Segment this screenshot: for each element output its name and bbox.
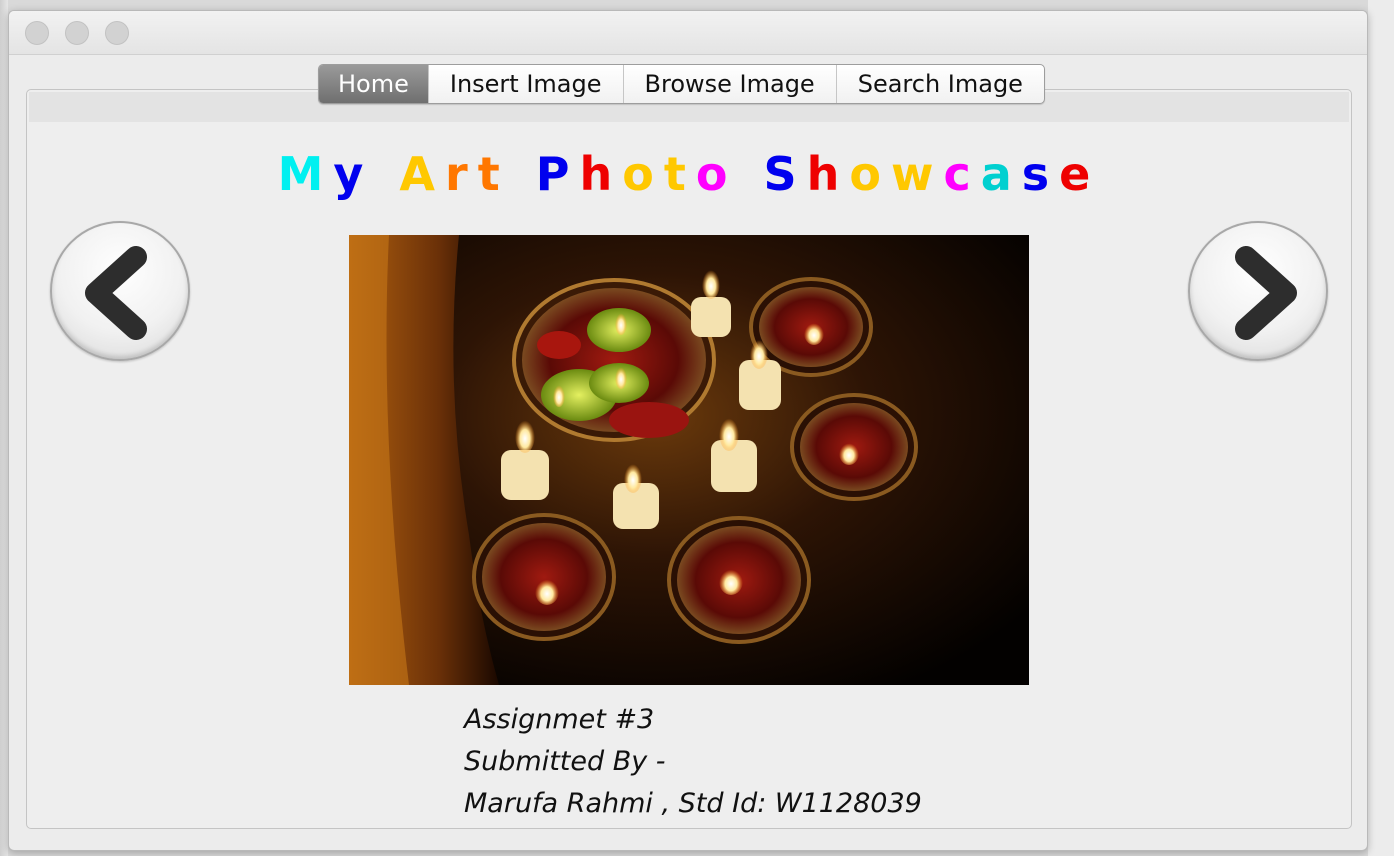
tab-bar: Home Insert Image Browse Image Search Im… — [318, 64, 1045, 104]
previous-image-button[interactable] — [50, 221, 190, 361]
candles-photo-image — [349, 235, 1029, 685]
showcase-title-letter: t — [477, 147, 510, 201]
chevron-right-icon — [1235, 246, 1297, 340]
title-bar[interactable] — [9, 11, 1367, 55]
showcase-title-letter: M — [277, 147, 334, 201]
showcase-title-letter — [737, 147, 763, 201]
showcase-photo — [349, 235, 1029, 685]
close-window-button[interactable] — [25, 21, 49, 45]
minimize-window-button[interactable] — [65, 21, 89, 45]
showcase-title-letter — [510, 147, 536, 201]
showcase-title-letter: h — [579, 147, 623, 201]
showcase-title-letter: s — [1021, 147, 1060, 201]
caption-assignment: Assignmet #3 — [464, 704, 655, 735]
showcase-title-letter: y — [333, 147, 374, 201]
showcase-title: My Art Photo Showcase — [9, 147, 1367, 201]
chevron-left-icon — [85, 246, 147, 340]
showcase-title-letter: S — [763, 147, 807, 201]
showcase-title-letter: e — [1059, 147, 1101, 201]
zoom-window-button[interactable] — [105, 21, 129, 45]
showcase-title-letter: w — [890, 147, 944, 201]
caption-submitted-by: Submitted By - — [464, 746, 666, 777]
showcase-title-letter: A — [399, 147, 446, 201]
showcase-title-letter: h — [806, 147, 850, 201]
showcase-title-letter: a — [980, 147, 1022, 201]
showcase-title-letter: c — [943, 147, 981, 201]
caption: Assignmet #3 Submitted By - Marufa Rahmi… — [464, 699, 1064, 825]
app-window: Home Insert Image Browse Image Search Im… — [8, 10, 1368, 851]
showcase-title-letter — [373, 147, 399, 201]
caption-student: Marufa Rahmi , Std Id: W1128039 — [464, 788, 922, 819]
showcase-title-letter: P — [535, 147, 580, 201]
tab-insert-image[interactable]: Insert Image — [429, 65, 624, 103]
tab-search-image[interactable]: Search Image — [837, 65, 1044, 103]
next-image-button[interactable] — [1188, 221, 1328, 361]
desktop-background-right — [1368, 0, 1394, 856]
showcase-title-letter: o — [849, 147, 891, 201]
desktop-background-left — [0, 0, 8, 856]
showcase-title-letter: t — [663, 147, 696, 201]
tab-browse-image[interactable]: Browse Image — [624, 65, 837, 103]
showcase-title-letter: o — [695, 147, 738, 201]
showcase-title-letter: o — [622, 147, 664, 201]
showcase-title-letter: r — [445, 147, 478, 201]
tab-home[interactable]: Home — [319, 65, 429, 103]
